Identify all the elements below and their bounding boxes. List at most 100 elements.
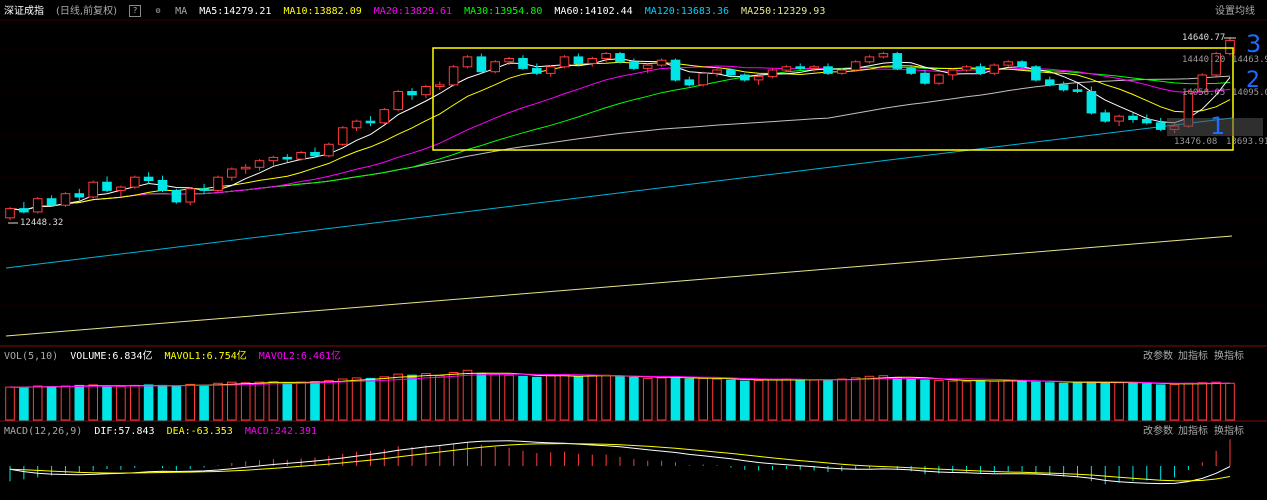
volume-bar: [448, 372, 459, 421]
candle: [642, 64, 653, 69]
candle: [850, 61, 861, 71]
candle: [268, 156, 279, 162]
volume-bar: [1169, 383, 1180, 421]
volume-bar: [795, 379, 806, 421]
macd-switch-indicator-button[interactable]: 换指标: [1214, 425, 1244, 439]
volume-bar: [310, 381, 320, 421]
volume-bar: [1142, 383, 1152, 421]
volume-bar: [1114, 382, 1124, 421]
volume-bar: [379, 376, 390, 421]
candle: [379, 109, 390, 124]
volume-bar: [837, 378, 847, 421]
vol-add-indicator-button[interactable]: 加指标: [1178, 350, 1208, 364]
volume-bar: [1072, 382, 1083, 421]
volume-bar: [60, 385, 71, 421]
candle: [185, 188, 195, 203]
volume-bar: [532, 376, 542, 421]
volume-bar: [642, 377, 653, 421]
candle: [573, 56, 584, 65]
candle: [684, 79, 695, 86]
volume-bar: [365, 377, 376, 421]
candle: [407, 91, 417, 96]
volume-bar: [490, 374, 500, 421]
vol-change-params-button[interactable]: 改参数: [1143, 350, 1173, 364]
volume-bar: [906, 378, 916, 421]
volume-bar: [102, 385, 112, 421]
candle: [795, 66, 806, 69]
volume-bar: [726, 379, 736, 421]
candle: [989, 64, 1000, 74]
volume-bar: [934, 380, 944, 421]
candle: [629, 61, 639, 69]
volume-bar: [656, 377, 667, 421]
vol-indicator-name[interactable]: VOL(5,10): [4, 351, 58, 362]
candle: [1045, 79, 1055, 86]
volume-bar: [504, 374, 514, 421]
volume-bar: [545, 375, 556, 421]
candle: [934, 74, 944, 84]
candle: [947, 69, 958, 76]
stock-chart-window: 深证成指 (日线,前复权) ? ⚙ MA MA5:14279.21 MA10:1…: [0, 0, 1267, 500]
candle: [1155, 122, 1166, 130]
macd-change-params-button[interactable]: 改参数: [1143, 425, 1173, 439]
candle: [282, 156, 293, 160]
volume-bar: [407, 374, 417, 421]
volume-bar: [712, 378, 722, 421]
candle: [1128, 115, 1138, 120]
candle: [545, 66, 556, 74]
candle: [157, 180, 168, 191]
volume-bar: [1128, 382, 1138, 421]
macd-indicator-name[interactable]: MACD(12,26,9): [4, 426, 82, 437]
candle: [476, 56, 487, 73]
ma250-line: [5, 235, 1233, 337]
candle: [240, 166, 251, 170]
volume-bar: [989, 380, 1000, 421]
candle: [19, 208, 29, 213]
volume-bar: [1058, 382, 1069, 421]
candle: [130, 176, 140, 188]
mavol1-value: MAVOL1:6.754亿: [164, 351, 247, 362]
price-label-3: 14058.05: [1182, 88, 1226, 98]
candle: [310, 152, 320, 157]
volume-bar: [421, 373, 431, 421]
candle: [435, 84, 445, 88]
volume-bar: [116, 386, 126, 421]
volume-bar: [213, 382, 223, 421]
candle: [171, 189, 182, 203]
volume-bar: [5, 386, 15, 421]
volume-bar: [1031, 381, 1041, 421]
volume-value: VOLUME:6.834亿: [70, 351, 153, 362]
macd-value: MACD:242.391: [244, 426, 318, 437]
candle: [199, 188, 209, 191]
candle: [753, 76, 764, 81]
volume-bar: [462, 369, 473, 421]
volume-bar: [46, 386, 57, 421]
candle: [227, 168, 237, 178]
volume-bar: [351, 377, 362, 421]
volume-bar: [296, 381, 306, 421]
volume-bar: [740, 380, 750, 421]
candle: [143, 176, 154, 181]
volume-bar: [698, 377, 709, 421]
volume-bar: [975, 380, 986, 421]
candle: [920, 72, 930, 84]
volume-bar: [1155, 384, 1166, 421]
volume-bar: [1197, 382, 1208, 421]
volume-bar: [32, 385, 43, 421]
volume-bar: [393, 373, 403, 421]
volume-bar: [864, 375, 875, 421]
volume-bar: [143, 384, 154, 421]
macd-add-indicator-button[interactable]: 加指标: [1178, 425, 1208, 439]
vol-switch-indicator-button[interactable]: 换指标: [1214, 350, 1244, 364]
candle: [46, 198, 57, 206]
dif-value: DIF:57.843: [94, 426, 155, 437]
candle: [712, 69, 722, 74]
volume-bar: [684, 378, 695, 421]
volume-bar: [878, 375, 889, 421]
volume-bar: [476, 373, 487, 421]
candle: [587, 58, 598, 64]
volume-bar: [74, 384, 85, 421]
candle: [337, 127, 348, 145]
candle: [393, 91, 403, 111]
volume-bar: [961, 381, 972, 421]
